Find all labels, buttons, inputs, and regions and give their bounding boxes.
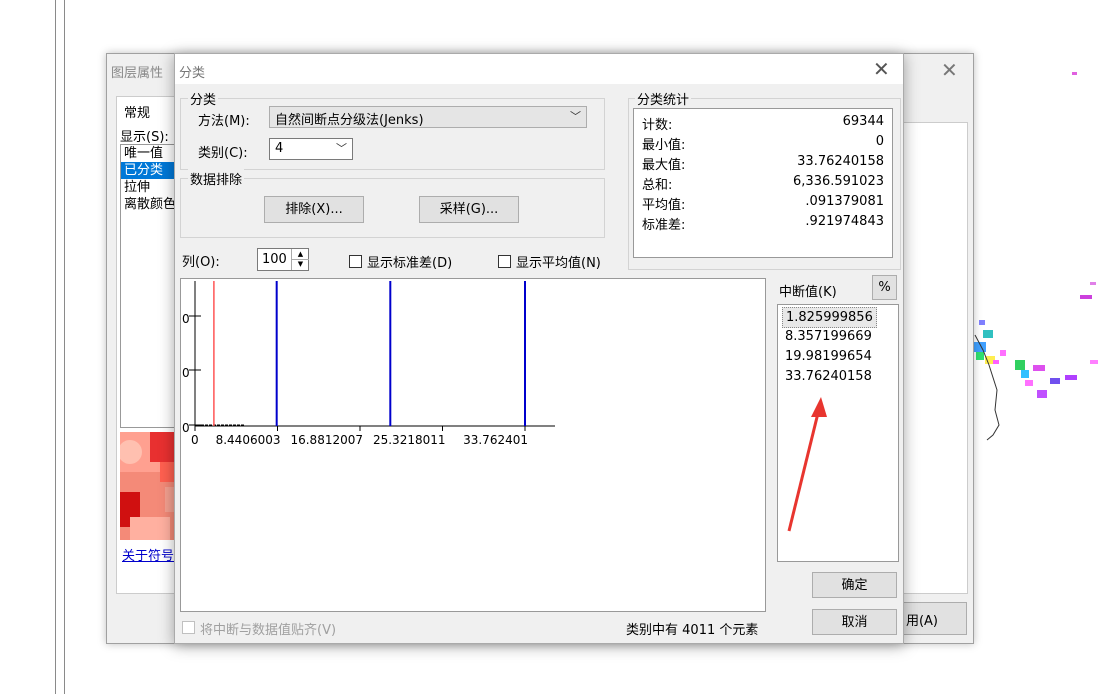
stats-value: 0 (875, 134, 884, 149)
stats-row-std: 标准差: .921974843 (642, 214, 884, 234)
list-item[interactable]: 拉伸 (121, 179, 181, 196)
sampling-button[interactable]: 采样(G)... (419, 196, 519, 223)
symbol-preview-image (120, 432, 178, 540)
chevron-down-icon: ﹀ (336, 142, 347, 155)
y-tick-label: 0 (182, 312, 190, 326)
show-mean-label: 显示平均值(N) (516, 256, 601, 271)
status-prefix: 类别中有 (626, 623, 679, 638)
apply-button-label: 用(A) (905, 614, 938, 629)
ok-button-label: 确定 (841, 578, 868, 593)
stats-row-max: 最大值: 33.76240158 (642, 154, 884, 174)
exclude-button-label: 排除(X)... (285, 202, 343, 217)
method-label: 方法(M): (198, 114, 250, 129)
tab-general[interactable]: 常规 (116, 96, 178, 123)
layer-properties-close-icon[interactable]: ✕ (941, 58, 958, 82)
percent-button-label: % (878, 280, 891, 295)
break-value[interactable]: 19.98199654 (782, 347, 875, 366)
spin-down-icon[interactable]: ▼ (291, 259, 309, 270)
stats-row-count: 计数: 69344 (642, 114, 884, 134)
y-tick-label: 0 (182, 421, 190, 435)
method-value: 自然间断点分级法(Jenks) (275, 113, 424, 128)
map-raster-preview (974, 72, 1098, 441)
show-std-label: 显示标准差(D) (367, 256, 453, 271)
show-label: 显示(S): (120, 130, 169, 145)
sampling-button-label: 采样(G)... (439, 202, 499, 217)
ok-button[interactable]: 确定 (812, 572, 897, 598)
stats-box: 计数: 69344 最小值: 0 最大值: 33.76240158 总和: 6,… (633, 108, 893, 258)
status-suffix: 个元素 (719, 623, 759, 638)
stats-key: 标准差: (642, 218, 686, 233)
columns-spinner[interactable]: 100 ▲ ▼ (257, 248, 309, 271)
x-tick-label: 8.4406003 (215, 433, 281, 447)
stats-key: 总和: (642, 178, 673, 193)
classification-group-label: 分类 (188, 89, 219, 108)
x-tick-label: 25.3218011 (372, 433, 446, 447)
data-exclusion-group-label: 数据排除 (188, 169, 245, 188)
snap-label: 将中断与数据值贴齐(V) (200, 623, 337, 638)
break-value[interactable]: 33.76240158 (782, 367, 875, 386)
stats-value: .091379081 (805, 194, 884, 209)
stats-value: 69344 (842, 114, 884, 129)
tab-general-label: 常规 (124, 106, 151, 121)
renderer-list[interactable]: 唯一值 已分类 拉伸 离散颜色 (120, 144, 182, 428)
stats-row-sum: 总和: 6,336.591023 (642, 174, 884, 194)
x-tick-label: 0 (191, 433, 199, 447)
show-mean-checkbox[interactable] (498, 255, 511, 268)
dialog-titlebar (175, 54, 903, 84)
x-tick-label: 16.8812007 (290, 433, 363, 447)
method-select[interactable]: 自然间断点分级法(Jenks) ﹀ (269, 106, 587, 128)
stats-row-min: 最小值: 0 (642, 134, 884, 154)
list-item[interactable]: 离散颜色 (121, 196, 181, 213)
break-value[interactable]: 8.357199669 (782, 327, 875, 346)
classification-dialog: 分类 ✕ 分类 方法(M): 自然间断点分级法(Jenks) ﹀ 类别(C): … (174, 53, 904, 644)
chevron-down-icon: ﹀ (570, 110, 581, 123)
breaks-label: 中断值(K) (779, 285, 837, 300)
left-panel-divider (55, 0, 65, 694)
histogram-labels: 0 0 0 0 8.4406003 16.8812007 25.3218011 … (181, 279, 555, 451)
cancel-button[interactable]: 取消 (812, 609, 897, 635)
stats-key: 最大值: (642, 158, 686, 173)
stats-group-label: 分类统计 (635, 89, 692, 108)
columns-label: 列(O): (182, 255, 220, 270)
exclude-button[interactable]: 排除(X)... (264, 196, 364, 223)
snap-checkbox[interactable] (182, 621, 195, 634)
show-std-checkbox[interactable] (349, 255, 362, 268)
columns-value: 100 (262, 252, 287, 267)
layer-properties-title: 图层属性 (111, 66, 164, 81)
stats-value: 6,336.591023 (793, 174, 884, 189)
stats-key: 最小值: (642, 138, 686, 153)
stats-key: 计数: (642, 118, 673, 133)
list-item[interactable]: 唯一值 (121, 145, 181, 162)
classes-select[interactable]: 4 ﹀ (269, 138, 353, 160)
map-pixels (974, 72, 1098, 441)
list-item-selected[interactable]: 已分类 (121, 162, 181, 179)
y-tick-label: 0 (182, 366, 190, 380)
dialog-title: 分类 (179, 66, 206, 81)
stats-key: 平均值: (642, 198, 686, 213)
stats-value: .921974843 (805, 214, 884, 229)
status-text: 类别中有 4011 个元素 (626, 619, 758, 638)
cancel-button-label: 取消 (841, 615, 868, 630)
annotation-arrow (787, 397, 827, 532)
classes-value: 4 (275, 141, 284, 156)
about-symbols-link[interactable]: 关于符号 (122, 545, 174, 564)
classes-label: 类别(C): (198, 146, 248, 161)
x-tick-label: 33.762401 (463, 433, 528, 447)
break-value[interactable]: 1.825999856 (782, 307, 877, 328)
dialog-close-icon[interactable]: ✕ (873, 57, 890, 81)
status-count: 4011 (682, 623, 716, 638)
stats-value: 33.76240158 (797, 154, 884, 169)
percent-button[interactable]: % (872, 275, 897, 300)
stats-row-mean: 平均值: .091379081 (642, 194, 884, 214)
